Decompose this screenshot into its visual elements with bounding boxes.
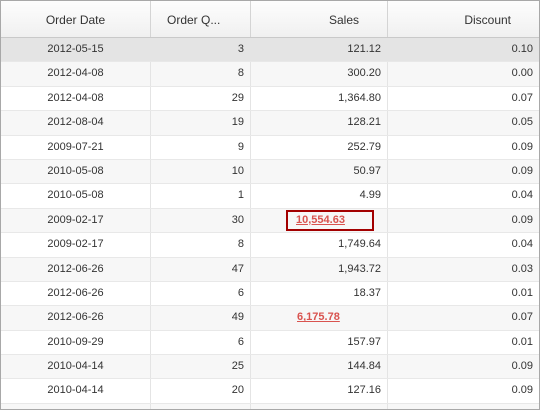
order-date-cell: 2010-04-14 <box>1 379 151 403</box>
order-date-cell: 2012-05-15 <box>1 38 151 62</box>
order-date-cell: 2010-04-14 <box>1 355 151 379</box>
table-row[interactable]: 2012-06-26 49 6,175.78 0.07 <box>1 306 539 331</box>
sales-cell: 10,554.63 <box>251 208 388 233</box>
order-date-cell: 2010-05-08 <box>1 184 151 208</box>
order-date-cell: 2009-02-17 <box>1 208 151 233</box>
sales-cell: 157.97 <box>251 330 388 355</box>
sales-cell: 4.99 <box>251 184 388 208</box>
column-header-order-date[interactable]: Order Date <box>1 1 151 37</box>
order-date-cell: 2012-04-08 <box>1 62 151 86</box>
column-header-order-quantity[interactable]: Order Q... <box>151 1 251 37</box>
order-quantity-cell: 8 <box>151 233 251 257</box>
order-quantity-cell: 25 <box>151 355 251 379</box>
sales-cell: 121.12 <box>251 38 388 62</box>
order-date-cell: 2012-06-26 <box>1 257 151 281</box>
sales-cell: 252.79 <box>251 135 388 159</box>
order-quantity-cell: 9 <box>151 135 251 159</box>
order-date-cell: 2012-06-26 <box>1 306 151 330</box>
sales-cell: 1,364.80 <box>251 86 388 111</box>
table-row[interactable]: 2012-05-15 3 121.12 0.10 <box>1 38 539 63</box>
discount-cell: 0.09 <box>511 360 533 373</box>
sales-cell: 128.21 <box>251 111 388 135</box>
discount-cell: 0.10 <box>511 43 533 55</box>
discount-cell: 0.05 <box>511 116 533 129</box>
table-row[interactable]: 2009-02-17 30 10,554.63 0.09 <box>1 208 539 234</box>
grid-header: Order Date Order Q... Sales Discount <box>1 1 539 38</box>
sales-cell: 1,943.72 <box>251 257 388 281</box>
table-row[interactable]: 2010-04-14 25 144.84 0.09 <box>1 355 539 380</box>
order-quantity-cell: 47 <box>151 257 251 281</box>
order-quantity-cell: 8 <box>151 62 251 86</box>
discount-cell: 0.09 <box>511 140 533 153</box>
sales-link[interactable]: 10,554.63 <box>296 214 345 226</box>
column-header-discount[interactable]: Discount <box>388 1 539 37</box>
discount-cell: 0.04 <box>511 238 533 251</box>
table-row[interactable]: 2009-02-17 8 1,749.64 0.04 <box>1 233 539 258</box>
data-grid: Order Date Order Q... Sales Discount 201… <box>0 0 540 410</box>
sales-cell: 127.16 <box>251 379 388 403</box>
order-quantity-cell: 1 <box>151 184 251 208</box>
order-quantity-cell: 29 <box>151 86 251 111</box>
table-row[interactable]: 2011-09-1345,472.120.06 <box>1 403 539 410</box>
discount-cell: 0.07 <box>511 91 533 104</box>
sales-cell: 5,472.12 <box>251 403 388 410</box>
discount-cell: 0.06 <box>388 404 539 410</box>
sales-cell: 50.97 <box>251 159 388 184</box>
table-row[interactable]: 2010-09-29 6 157.97 0.01 <box>1 330 539 356</box>
sales-cell: 6,175.78 <box>251 306 388 330</box>
order-quantity-cell: 19 <box>151 111 251 135</box>
sales-cell: 18.37 <box>251 281 388 306</box>
highlight-box: 10,554.63 <box>286 209 374 231</box>
order-quantity-cell: 6 <box>151 281 251 306</box>
sales-cell: 1,749.64 <box>251 233 388 257</box>
sales-cell: 300.20 <box>251 62 388 86</box>
sales-cell: 144.84 <box>251 355 388 379</box>
table-row[interactable]: 2009-07-21 9 252.79 0.09 <box>1 135 539 160</box>
table-row[interactable]: 2010-05-08 1 4.99 0.04 <box>1 184 539 209</box>
order-date-cell: 2010-09-29 <box>1 330 151 355</box>
discount-cell: 0.07 <box>511 311 533 324</box>
order-date-cell: 2011-09-13 <box>1 403 151 409</box>
discount-cell: 0.09 <box>511 384 533 397</box>
order-quantity-cell: 6 <box>151 330 251 355</box>
order-date-cell: 2012-06-26 <box>1 281 151 306</box>
discount-cell: 0.00 <box>511 67 533 80</box>
order-date-cell: 2009-02-17 <box>1 233 151 257</box>
order-date-cell: 2012-04-08 <box>1 86 151 111</box>
sales-link[interactable]: 6,175.78 <box>297 311 340 323</box>
discount-cell: 0.01 <box>511 335 533 348</box>
order-date-cell: 2010-05-08 <box>1 159 151 184</box>
order-quantity-cell: 20 <box>151 379 251 403</box>
order-date-cell: 2009-07-21 <box>1 135 151 159</box>
table-row[interactable]: 2012-06-26 6 18.37 0.01 <box>1 281 539 307</box>
table-row[interactable]: 2010-05-08 10 50.97 0.09 <box>1 159 539 185</box>
table-row[interactable]: 2010-04-14 20 127.16 0.09 <box>1 379 539 404</box>
order-quantity-cell: 3 <box>151 38 251 62</box>
table-row[interactable]: 2012-08-04 19 128.21 0.05 <box>1 111 539 136</box>
column-header-sales[interactable]: Sales <box>251 1 388 37</box>
discount-cell: 0.04 <box>511 189 533 202</box>
order-quantity-cell: 30 <box>151 208 251 233</box>
order-quantity-cell: 10 <box>151 159 251 184</box>
table-row[interactable]: 2012-04-08 8 300.20 0.00 <box>1 62 539 87</box>
discount-cell: 0.01 <box>511 286 533 299</box>
grid-body: 2012-05-15 3 121.12 0.10 2012-04-08 8 300.20 0.… <box>1 38 539 410</box>
discount-cell: 0.03 <box>511 262 533 275</box>
sales-link-wrap: 5,472.12 <box>251 404 387 410</box>
table-row[interactable]: 2012-06-26 47 1,943.72 0.03 <box>1 257 539 282</box>
order-quantity-cell: 4 <box>151 403 251 409</box>
discount-cell: 0.09 <box>511 213 533 226</box>
table-row[interactable]: 2012-04-08 29 1,364.80 0.07 <box>1 86 539 112</box>
discount-cell: 0.09 <box>511 164 533 177</box>
sales-link-wrap: 6,175.78 <box>251 306 387 329</box>
order-quantity-cell: 49 <box>151 306 251 330</box>
order-date-cell: 2012-08-04 <box>1 111 151 135</box>
